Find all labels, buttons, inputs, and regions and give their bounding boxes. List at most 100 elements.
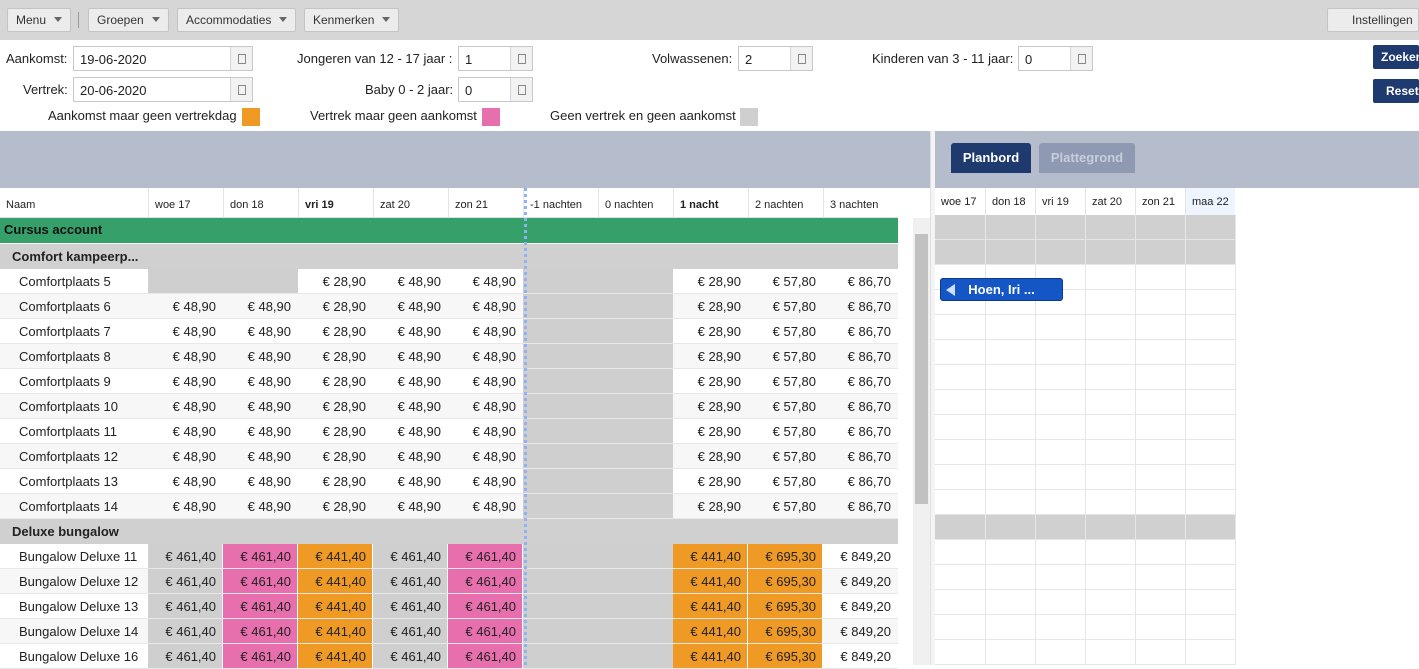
table-row[interactable]: Bungalow Deluxe 13 € 461,40 € 461,40 € 441,… bbox=[0, 594, 898, 619]
price-cell[interactable]: € 461,40 bbox=[373, 644, 447, 668]
price-cell[interactable] bbox=[598, 319, 673, 343]
price-cell[interactable]: € 28,90 bbox=[673, 269, 747, 293]
price-cell[interactable]: € 28,90 bbox=[298, 294, 372, 318]
stepper-icon[interactable] bbox=[510, 78, 532, 101]
price-cell[interactable]: € 849,20 bbox=[823, 619, 897, 643]
price-cell[interactable]: € 461,40 bbox=[448, 619, 522, 643]
price-cell[interactable]: € 461,40 bbox=[148, 544, 222, 568]
price-cell[interactable]: € 48,90 bbox=[448, 469, 522, 493]
price-cell[interactable]: € 48,90 bbox=[223, 344, 297, 368]
price-cell[interactable] bbox=[523, 419, 598, 443]
price-cell[interactable] bbox=[598, 269, 673, 293]
price-cell[interactable] bbox=[523, 494, 598, 518]
stepper-icon[interactable] bbox=[790, 47, 812, 70]
instellingen-button[interactable]: Instellingen bbox=[1327, 8, 1419, 32]
price-cell[interactable] bbox=[598, 394, 673, 418]
price-cell[interactable] bbox=[598, 494, 673, 518]
kenmerken-button[interactable]: Kenmerken bbox=[304, 8, 400, 32]
tab-planbord[interactable]: Planbord bbox=[951, 143, 1031, 173]
calendar-icon[interactable] bbox=[230, 47, 252, 70]
vertrek-date-field[interactable]: 20-06-2020 bbox=[73, 77, 253, 102]
price-cell[interactable] bbox=[598, 469, 673, 493]
price-cell[interactable]: € 28,90 bbox=[673, 469, 747, 493]
price-cell[interactable]: € 695,30 bbox=[748, 594, 822, 618]
price-cell[interactable]: € 441,40 bbox=[673, 594, 747, 618]
calendar-icon[interactable] bbox=[230, 78, 252, 101]
price-cell[interactable]: € 461,40 bbox=[148, 594, 222, 618]
group-row[interactable]: Cursus account bbox=[0, 218, 898, 243]
price-cell[interactable] bbox=[598, 569, 673, 593]
price-cell[interactable]: € 28,90 bbox=[298, 319, 372, 343]
price-cell[interactable]: € 48,90 bbox=[223, 319, 297, 343]
price-cell[interactable]: € 57,80 bbox=[748, 494, 822, 518]
price-cell[interactable]: € 48,90 bbox=[373, 394, 447, 418]
price-cell[interactable]: € 57,80 bbox=[748, 269, 822, 293]
price-cell[interactable]: € 86,70 bbox=[823, 469, 897, 493]
price-cell[interactable]: € 48,90 bbox=[373, 444, 447, 468]
price-cell[interactable]: € 48,90 bbox=[223, 444, 297, 468]
price-cell[interactable]: € 441,40 bbox=[673, 569, 747, 593]
price-cell[interactable]: € 28,90 bbox=[298, 394, 372, 418]
price-cell[interactable]: € 461,40 bbox=[373, 594, 447, 618]
price-cell[interactable] bbox=[598, 444, 673, 468]
price-cell[interactable]: € 461,40 bbox=[448, 569, 522, 593]
price-cell[interactable]: € 441,40 bbox=[298, 569, 372, 593]
price-cell[interactable]: € 48,90 bbox=[223, 294, 297, 318]
price-cell[interactable] bbox=[598, 294, 673, 318]
price-cell[interactable]: € 849,20 bbox=[823, 644, 897, 668]
price-cell[interactable]: € 48,90 bbox=[148, 419, 222, 443]
price-cell[interactable]: € 461,40 bbox=[148, 644, 222, 668]
grid-scrollbar-thumb[interactable] bbox=[915, 234, 928, 504]
price-cell[interactable] bbox=[523, 569, 598, 593]
price-cell[interactable]: € 48,90 bbox=[148, 444, 222, 468]
price-cell[interactable]: € 461,40 bbox=[373, 569, 447, 593]
price-cell[interactable]: € 441,40 bbox=[673, 544, 747, 568]
price-cell[interactable]: € 28,90 bbox=[673, 444, 747, 468]
price-cell[interactable]: € 849,20 bbox=[823, 544, 897, 568]
table-row[interactable]: Comfortplaats 12 € 48,90 € 48,90 € 28,90 € 4… bbox=[0, 444, 898, 469]
table-row[interactable]: Comfortplaats 9 € 48,90 € 48,90 € 28,90 € 48… bbox=[0, 369, 898, 394]
price-cell[interactable]: € 48,90 bbox=[448, 269, 522, 293]
groepen-button[interactable]: Groepen bbox=[88, 8, 169, 32]
price-cell[interactable]: € 57,80 bbox=[748, 419, 822, 443]
price-cell[interactable]: € 48,90 bbox=[373, 494, 447, 518]
table-row[interactable]: Bungalow Deluxe 14 € 461,40 € 461,40 € 441,… bbox=[0, 619, 898, 644]
price-cell[interactable]: € 48,90 bbox=[223, 369, 297, 393]
price-cell[interactable]: € 48,90 bbox=[373, 469, 447, 493]
table-row[interactable]: Comfortplaats 13 € 48,90 € 48,90 € 28,90 € 4… bbox=[0, 469, 898, 494]
price-cell[interactable]: € 48,90 bbox=[373, 344, 447, 368]
booking-bar[interactable]: Hoen, Iri ... bbox=[940, 278, 1063, 301]
table-row[interactable]: Comfortplaats 5 € 28,90 € 48,90 € 48,90 € 28… bbox=[0, 269, 898, 294]
price-cell[interactable]: € 28,90 bbox=[298, 419, 372, 443]
zoeken-button[interactable]: Zoeken bbox=[1373, 45, 1419, 69]
price-cell[interactable]: € 441,40 bbox=[298, 644, 372, 668]
price-cell[interactable]: € 461,40 bbox=[223, 619, 297, 643]
price-cell[interactable]: € 48,90 bbox=[448, 319, 522, 343]
price-cell[interactable]: € 48,90 bbox=[373, 294, 447, 318]
kinderen-stepper[interactable]: 0 bbox=[1018, 46, 1093, 71]
price-cell[interactable]: € 695,30 bbox=[748, 644, 822, 668]
price-cell[interactable]: € 48,90 bbox=[148, 469, 222, 493]
price-cell[interactable]: € 57,80 bbox=[748, 344, 822, 368]
price-cell[interactable]: € 48,90 bbox=[223, 469, 297, 493]
table-row[interactable]: Bungalow Deluxe 16 € 461,40 € 461,40 € 441,… bbox=[0, 644, 898, 669]
price-cell[interactable]: € 461,40 bbox=[223, 569, 297, 593]
tab-plattegrond[interactable]: Plattegrond bbox=[1039, 143, 1135, 173]
price-cell[interactable]: € 28,90 bbox=[673, 419, 747, 443]
price-cell[interactable]: € 86,70 bbox=[823, 444, 897, 468]
price-cell[interactable]: € 461,40 bbox=[148, 569, 222, 593]
price-cell[interactable] bbox=[523, 444, 598, 468]
price-cell[interactable]: € 48,90 bbox=[448, 344, 522, 368]
price-cell[interactable] bbox=[523, 644, 598, 668]
price-cell[interactable]: € 461,40 bbox=[448, 544, 522, 568]
table-row[interactable]: Comfortplaats 10 € 48,90 € 48,90 € 28,90 € 4… bbox=[0, 394, 898, 419]
price-cell[interactable]: € 48,90 bbox=[148, 319, 222, 343]
price-cell[interactable]: € 28,90 bbox=[673, 319, 747, 343]
price-cell[interactable]: € 441,40 bbox=[673, 644, 747, 668]
volwassenen-stepper[interactable]: 2 bbox=[738, 46, 813, 71]
price-cell[interactable]: € 48,90 bbox=[148, 394, 222, 418]
category-row[interactable]: Comfort kampeerp... bbox=[0, 244, 898, 269]
price-cell[interactable]: € 48,90 bbox=[448, 294, 522, 318]
price-cell[interactable]: € 28,90 bbox=[673, 294, 747, 318]
price-cell[interactable]: € 57,80 bbox=[748, 294, 822, 318]
